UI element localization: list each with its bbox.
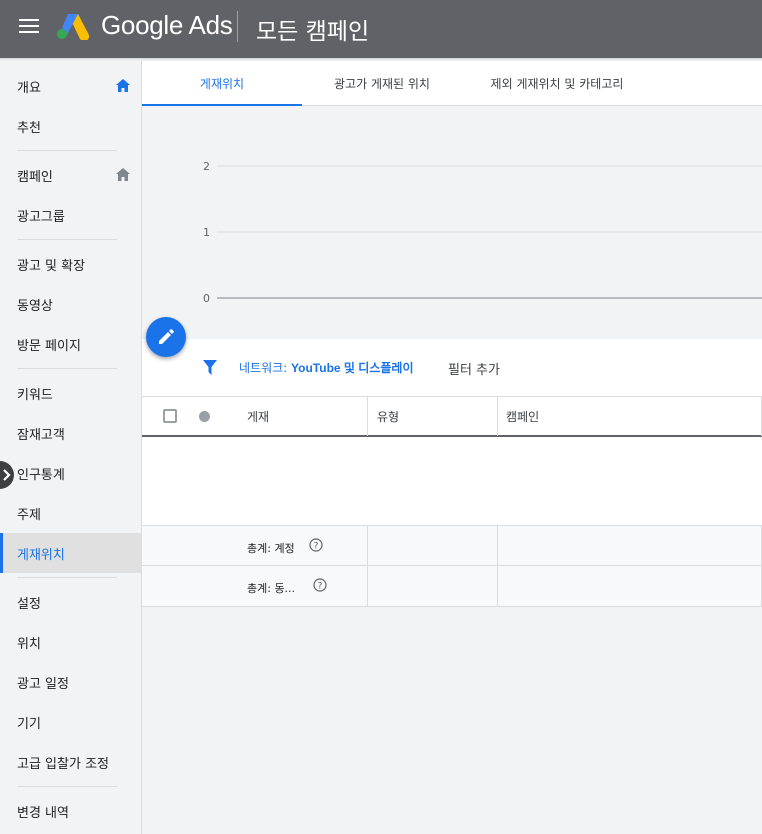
- total-row-video: 총계: 동... ?: [142, 566, 762, 607]
- column-header-type[interactable]: 유형: [377, 397, 399, 436]
- sidebar-item-label: 광고 및 확장: [17, 258, 86, 274]
- sidebar-item-locations[interactable]: 위치: [0, 622, 141, 662]
- sidebar-item-label: 위치: [17, 636, 41, 652]
- sidebar-item-label: 광고 일정: [17, 676, 69, 692]
- total-label: 총계: 동...: [247, 582, 296, 595]
- tab-where-ads-showed[interactable]: 광고가 게재된 위치: [302, 61, 462, 106]
- brand-name: Google Ads: [101, 10, 233, 40]
- table-body-empty: [142, 437, 762, 525]
- sidebar-item-label: 고급 입찰가 조정: [17, 756, 109, 772]
- sidebar-item-ad-groups[interactable]: 광고그룹: [0, 195, 141, 235]
- column-divider: [367, 397, 368, 436]
- sidebar-item-landing-pages[interactable]: 방문 페이지: [0, 324, 141, 364]
- pencil-icon: [159, 329, 174, 344]
- sidebar-item-audiences[interactable]: 잠재고객: [0, 413, 141, 453]
- tab-bar: 게재위치 광고가 게재된 위치 제외 게재위치 및 카테고리: [142, 61, 762, 107]
- sidebar-item-label: 설정: [17, 596, 41, 612]
- sidebar-item-topics[interactable]: 주제: [0, 493, 141, 533]
- select-all-checkbox[interactable]: [163, 409, 177, 423]
- tab-placements[interactable]: 게재위치: [142, 61, 302, 107]
- top-app-bar: Google Ads 모든 캠페인: [0, 0, 762, 58]
- column-divider: [497, 397, 498, 436]
- sidebar-item-recommendations[interactable]: 추천: [0, 106, 141, 146]
- sidebar-item-change-history[interactable]: 변경 내역: [0, 791, 141, 831]
- sidebar-item-label: 기기: [17, 716, 41, 732]
- sidebar-item-label: 캠페인: [17, 169, 53, 185]
- sidebar-item-keywords[interactable]: 키워드: [0, 373, 141, 413]
- edit-fab-button[interactable]: [146, 317, 186, 357]
- column-divider: [367, 566, 368, 607]
- sidebar-item-label: 키워드: [17, 387, 53, 403]
- sidebar-item-devices[interactable]: 기기: [0, 702, 141, 742]
- sidebar-item-placements[interactable]: 게재위치: [0, 533, 141, 573]
- sidebar-item-overview[interactable]: 개요: [0, 66, 141, 106]
- tab-exclusions[interactable]: 제외 게재위치 및 카테고리: [462, 61, 652, 106]
- sidebar-item-settings[interactable]: 설정: [0, 582, 141, 622]
- y-tick-label: 1: [203, 226, 210, 239]
- column-divider: [497, 526, 498, 567]
- filter-bar: 네트워크: YouTube 및 디스플레이 필터 추가: [142, 339, 762, 396]
- help-icon[interactable]: ?: [313, 578, 327, 592]
- sidebar-divider: [17, 786, 117, 787]
- column-header-placement[interactable]: 게재: [247, 397, 269, 436]
- filter-chip-network[interactable]: 네트워크: YouTube 및 디스플레이: [239, 359, 414, 376]
- sidebar-item-demographics[interactable]: 인구통계: [0, 453, 141, 493]
- performance-chart: 2 1 0: [142, 106, 762, 339]
- page-title: 모든 캠페인: [256, 19, 370, 45]
- sidebar-item-campaigns[interactable]: 캠페인: [0, 155, 141, 195]
- tab-label: 광고가 게재된 위치: [334, 77, 430, 91]
- column-divider: [497, 566, 498, 607]
- chart-svg: 2 1 0: [203, 160, 762, 305]
- chevron-right-icon: [3, 469, 11, 481]
- filter-chip-prefix: 네트워크:: [239, 361, 292, 375]
- sidebar-item-label: 광고그룹: [17, 209, 65, 225]
- table-header: 게재 유형 캠페인: [142, 396, 762, 437]
- sidebar-item-label: 게재위치: [17, 547, 65, 563]
- tab-label: 게재위치: [199, 77, 245, 91]
- sidebar-divider: [17, 150, 117, 151]
- tab-label: 제외 게재위치 및 카테고리: [490, 77, 624, 91]
- home-icon: [116, 168, 130, 181]
- column-header-campaign[interactable]: 캠페인: [506, 397, 539, 436]
- svg-text:?: ?: [318, 582, 323, 592]
- total-row-account: 총계: 계정 ?: [142, 525, 762, 567]
- sidebar-item-label: 변경 내역: [17, 805, 69, 821]
- filter-chip-value: YouTube 및 디스플레이: [291, 361, 414, 375]
- sidebar-item-label: 개요: [17, 80, 41, 96]
- google-ads-logo: [57, 14, 90, 40]
- filter-icon[interactable]: [203, 360, 217, 375]
- help-icon[interactable]: ?: [309, 538, 323, 552]
- sidebar-item-ad-schedule[interactable]: 광고 일정: [0, 662, 141, 702]
- header-divider: [237, 11, 238, 42]
- y-tick-label: 0: [203, 292, 210, 305]
- total-label: 총계: 계정: [247, 542, 295, 555]
- sidebar-item-label: 인구통계: [17, 467, 65, 483]
- y-tick-label: 2: [203, 160, 210, 173]
- svg-text:?: ?: [314, 542, 319, 552]
- sidebar-item-label: 추천: [17, 120, 41, 136]
- sidebar-item-label: 방문 페이지: [17, 338, 81, 354]
- add-filter-button[interactable]: 필터 추가: [448, 359, 500, 378]
- sidebar-item-label: 잠재고객: [17, 427, 65, 443]
- sidebar-item-ads-extensions[interactable]: 광고 및 확장: [0, 244, 141, 284]
- sidebar-nav: 개요 추천 캠페인 광고그룹 광고 및 확장 동영상 방문 페이지 키워드 잠재…: [0, 61, 142, 834]
- sidebar-item-advanced-bid-adjustments[interactable]: 고급 입찰가 조정: [0, 742, 141, 782]
- sidebar-item-videos[interactable]: 동영상: [0, 284, 141, 324]
- sidebar-divider: [17, 239, 117, 240]
- sidebar-item-label: 동영상: [17, 298, 53, 314]
- menu-icon[interactable]: [19, 19, 39, 33]
- column-divider: [367, 526, 368, 567]
- sidebar-divider: [17, 577, 117, 578]
- status-column-icon: [199, 411, 210, 422]
- home-icon: [116, 79, 130, 92]
- sidebar-item-label: 주제: [17, 507, 41, 523]
- sidebar-divider: [17, 368, 117, 369]
